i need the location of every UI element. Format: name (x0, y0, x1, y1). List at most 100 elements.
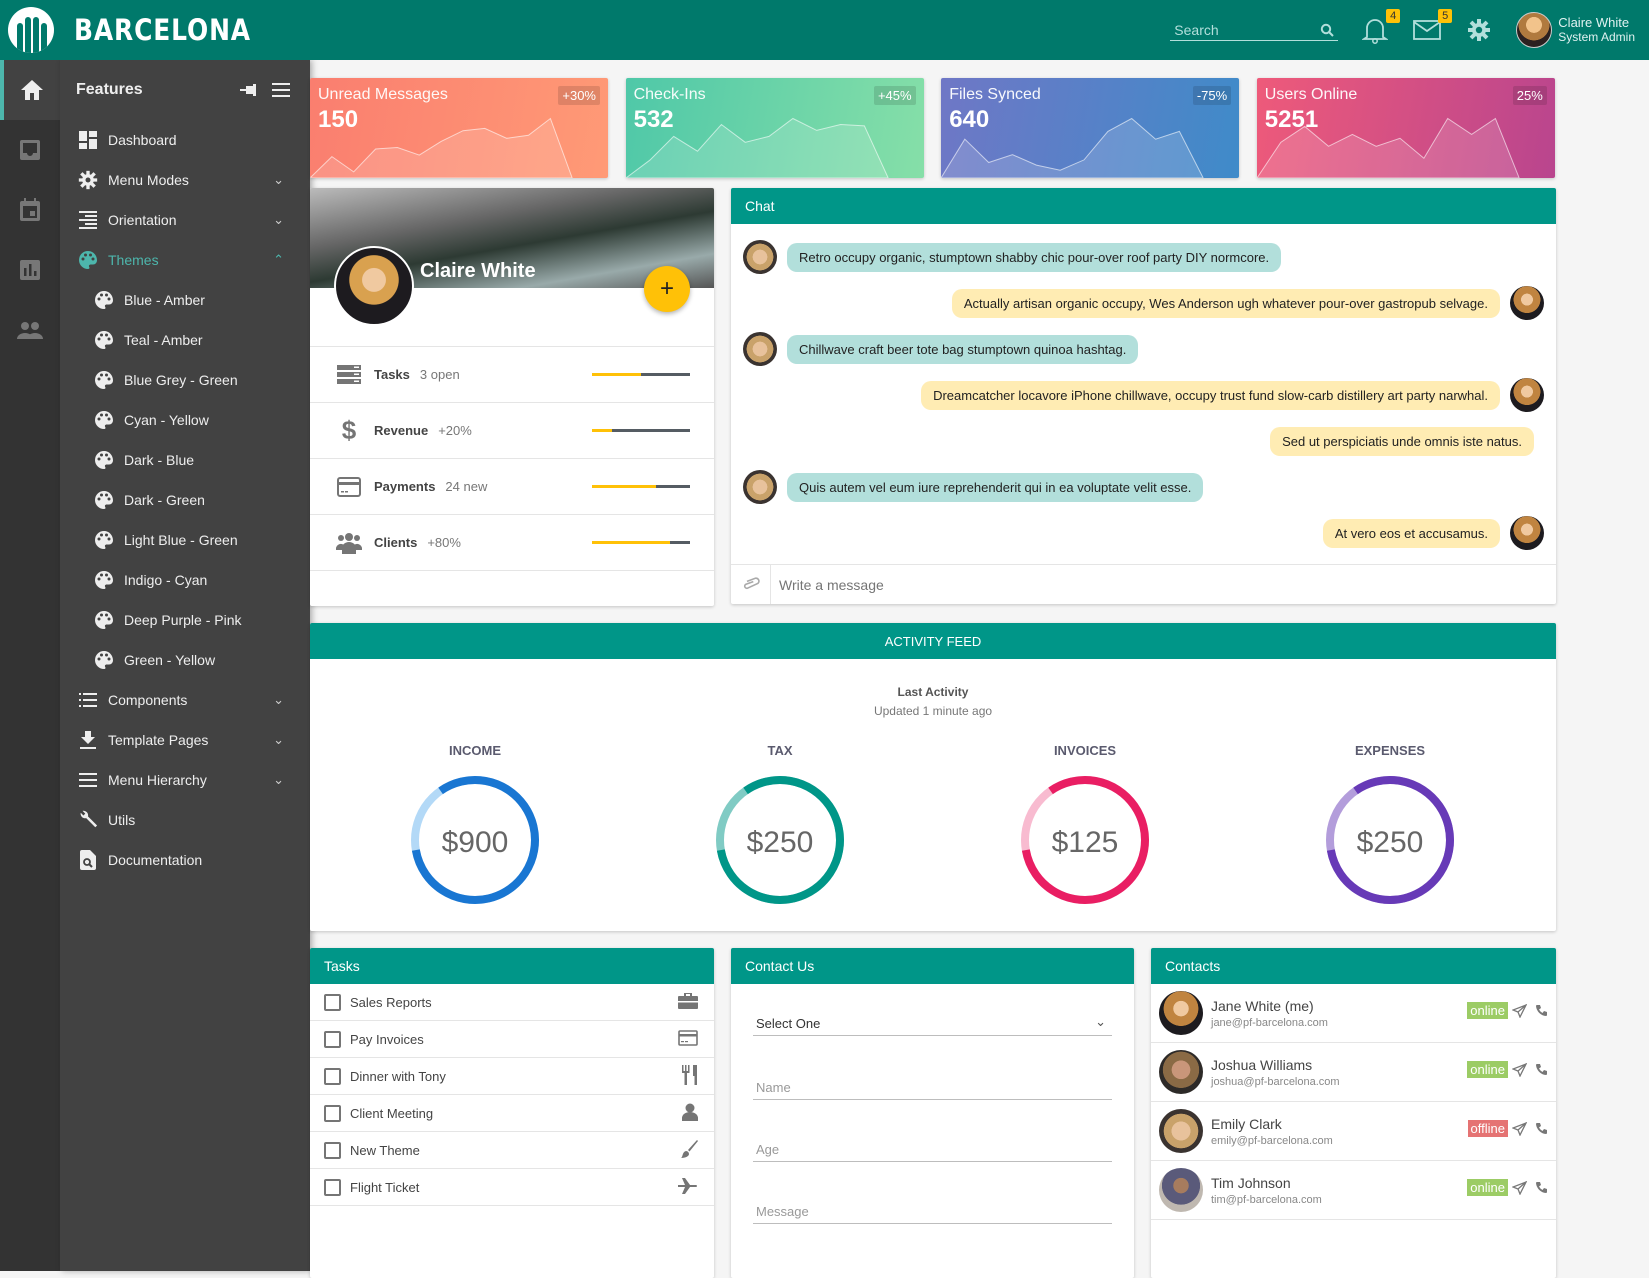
status-badge: online (1467, 1061, 1508, 1078)
profile-stat-row[interactable]: Payments 24 new (310, 458, 714, 514)
status-badge: offline (1467, 1120, 1508, 1137)
profile-stat-row[interactable]: $ Revenue +20% (310, 402, 714, 458)
kpi-card[interactable]: Check-Ins 532 +45% (625, 78, 924, 178)
contacts-title: Contacts (1151, 948, 1556, 984)
sidebar-item-label: Deep Purple - Pink (124, 612, 242, 628)
age-field[interactable]: Age (753, 1138, 1112, 1162)
sidebar-item-blue-amber[interactable]: Blue - Amber (60, 280, 310, 320)
palette-icon (94, 290, 114, 310)
add-button[interactable]: + (644, 266, 690, 312)
profile-stat-row[interactable]: Tasks 3 open (310, 346, 714, 402)
sidebar-item-menu-hierarchy[interactable]: Menu Hierarchy ⌄ (60, 760, 310, 800)
task-checkbox[interactable] (324, 1178, 341, 1196)
sidebar-item-teal-amber[interactable]: Teal - Amber (60, 320, 310, 360)
logo[interactable]: BARCELONA (0, 7, 280, 53)
notifications-button[interactable]: 4 (1360, 9, 1401, 45)
sidebar-item-light-blue-green[interactable]: Light Blue - Green (60, 520, 310, 560)
task-checkbox[interactable] (324, 993, 341, 1011)
kpi-card[interactable]: Users Online 5251 25% (1256, 78, 1555, 178)
chevron-down-icon: ⌄ (1095, 1014, 1106, 1029)
messages-button[interactable]: 5 (1412, 9, 1453, 45)
kpi-card[interactable]: Unread Messages 150 +30% (310, 78, 608, 178)
sidebar-item-template-pages[interactable]: Template Pages ⌄ (60, 720, 310, 760)
send-icon[interactable] (1512, 1122, 1527, 1136)
contact-item[interactable]: Joshua Williams joshua@pf-barcelona.com on… (1151, 1043, 1556, 1102)
kpi-card[interactable]: Files Synced 640 -75% (941, 78, 1240, 178)
rail-charts[interactable] (0, 240, 60, 300)
phone-icon[interactable] (1535, 1122, 1548, 1136)
sidebar-item-orientation[interactable]: Orientation ⌄ (60, 200, 310, 240)
phone-icon[interactable] (1535, 1063, 1548, 1077)
chat-message: Chillwave craft beer tote bag stumptown … (743, 332, 1544, 366)
sidebar-item-cyan-yellow[interactable]: Cyan - Yellow (60, 400, 310, 440)
sidebar-item-blue-grey-green[interactable]: Blue Grey - Green (60, 360, 310, 400)
chat-message: Sed ut perspiciatis unde omnis iste natu… (743, 424, 1544, 458)
message-input[interactable] (771, 576, 1556, 593)
rail-people[interactable] (0, 300, 60, 360)
subject-select[interactable]: Select One ⌄ (753, 1012, 1112, 1036)
sidebar-item-label: Menu Hierarchy (108, 772, 207, 788)
message-field[interactable]: Message (753, 1200, 1112, 1224)
sidebar-item-green-yellow[interactable]: Green - Yellow (60, 640, 310, 680)
user-profile-menu[interactable]: Claire White System Admin (1516, 12, 1635, 48)
palette-icon (94, 330, 114, 350)
name-field[interactable]: Name (753, 1076, 1112, 1100)
sidebar-item-indigo-cyan[interactable]: Indigo - Cyan (60, 560, 310, 600)
pin-icon[interactable] (240, 84, 256, 96)
chart-icon (20, 260, 40, 280)
send-icon[interactable] (1512, 1181, 1527, 1195)
ring-value: $125 (1052, 826, 1119, 859)
sidebar-item-themes[interactable]: Themes ⌃ (60, 240, 310, 280)
settings-button[interactable] (1464, 15, 1494, 45)
sidebar-item-dark-green[interactable]: Dark - Green (60, 480, 310, 520)
gear-icon (78, 170, 98, 190)
contact-form-title: Contact Us (731, 948, 1134, 984)
task-label: Sales Reports (350, 994, 432, 1010)
sidebar-item-label: Dark - Blue (124, 452, 195, 468)
phone-icon[interactable] (1535, 1181, 1548, 1195)
task-checkbox[interactable] (324, 1067, 341, 1085)
contact-form-panel: Contact Us Select One ⌄ Name Age Message (731, 948, 1134, 1278)
profile-stat-row[interactable]: Clients +80% (310, 514, 714, 570)
attach-button[interactable] (731, 564, 771, 604)
download-icon (78, 730, 98, 750)
align-right-icon (78, 210, 98, 230)
rail-calendar[interactable] (0, 180, 60, 240)
phone-icon[interactable] (1535, 1004, 1548, 1018)
ring-label: TAX (767, 743, 793, 758)
sidebar-item-label: Menu Modes (108, 172, 189, 188)
task-checkbox[interactable] (324, 1141, 341, 1159)
top-bar: BARCELONA Search 4 5 Claire White System… (0, 0, 1649, 60)
user-name: Claire White (1558, 15, 1630, 30)
credit-card-icon (678, 1029, 698, 1049)
task-checkbox[interactable] (324, 1104, 341, 1122)
sidebar-item-label: Indigo - Cyan (124, 572, 208, 588)
palette-icon (94, 370, 114, 390)
message-bubble: Dreamcatcher locavore iPhone chillwave, … (921, 380, 1500, 410)
sidebar-item-menu-modes[interactable]: Menu Modes ⌄ (60, 160, 310, 200)
sidebar-item-dashboard[interactable]: Dashboard (60, 120, 310, 160)
message-bubble: At vero eos et accusamus. (1322, 518, 1500, 548)
hamburger-menu-icon[interactable] (272, 83, 290, 97)
contact-item[interactable]: Tim Johnson tim@pf-barcelona.com online (1151, 1161, 1556, 1220)
contact-item[interactable]: Jane White (me) jane@pf-barcelona.com onli… (1151, 984, 1556, 1043)
sidebar-item-components[interactable]: Components ⌄ (60, 680, 310, 720)
contact-item[interactable]: Emily Clark emily@pf-barcelona.com offline (1151, 1102, 1556, 1161)
task-checkbox[interactable] (324, 1030, 341, 1048)
message-bubble: Quis autem vel eum iure reprehenderit qu… (787, 472, 1204, 502)
sidebar-item-deep-purple-pink[interactable]: Deep Purple - Pink (60, 600, 310, 640)
rail-home[interactable] (0, 60, 60, 120)
search-input[interactable]: Search (1170, 20, 1339, 41)
task-item: New Theme (310, 1132, 714, 1169)
profile-avatar (334, 246, 414, 326)
task-item: Client Meeting (310, 1095, 714, 1132)
chat-message: Quis autem vel eum iure reprehenderit qu… (743, 470, 1544, 504)
sidebar-item-utils[interactable]: Utils (60, 800, 310, 840)
send-icon[interactable] (1512, 1004, 1527, 1018)
sidebar-item-dark-blue[interactable]: Dark - Blue (60, 440, 310, 480)
send-icon[interactable] (1512, 1063, 1527, 1077)
chat-message: At vero eos et accusamus. (743, 516, 1544, 550)
sidebar-item-documentation[interactable]: Documentation (60, 840, 310, 880)
chevron-down-icon: ⌄ (273, 692, 284, 707)
rail-inbox[interactable] (0, 120, 60, 180)
